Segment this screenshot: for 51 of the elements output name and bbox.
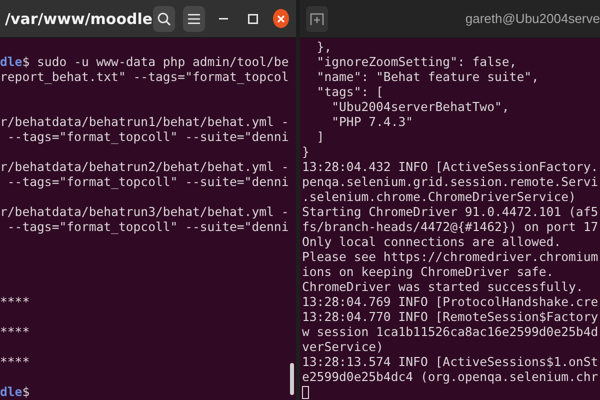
output-line: "PHP 7.4.3" bbox=[330, 115, 414, 129]
output-line: } bbox=[302, 145, 310, 159]
output-line: 13:28:04.432 INFO [ActiveSessionFactory. bbox=[302, 160, 598, 174]
output-line: Please see https://chromedriver.chromium bbox=[302, 250, 598, 264]
minimize-icon bbox=[218, 18, 228, 20]
window-title: /var/www/moodle bbox=[5, 10, 153, 28]
output-line: e2599d0e25b4dc4 (org.openqa.selenium.chr bbox=[302, 370, 598, 384]
output-line: --tags="format_topcoll" --suite="denni bbox=[6, 130, 289, 144]
maximize-icon bbox=[248, 14, 258, 24]
output-line: ] bbox=[316, 130, 324, 144]
output-line: "ignoreZoomSetting": false, bbox=[316, 55, 517, 69]
output-line: w session 1ca1b11526ca8ac16e2599d0e25b4d bbox=[302, 325, 598, 339]
output-line: r/behatdata/behatrun3/behat/behat.yml - bbox=[0, 205, 289, 219]
output-line: **** bbox=[0, 355, 30, 369]
output-line: **** bbox=[0, 325, 30, 339]
output-line: "tags": [ bbox=[316, 85, 384, 99]
output-line: **** bbox=[0, 295, 30, 309]
output-line: --tags="format_topcoll" --suite="denni bbox=[6, 220, 289, 234]
output-line: 13:28:04.769 INFO [ProtocolHandshake.cre bbox=[302, 295, 598, 309]
output-line: }, bbox=[316, 40, 332, 54]
output-line: 13:28:04.770 INFO [RemoteSession$Factory bbox=[302, 310, 598, 324]
output-line: ChromeDriver was started successfully. bbox=[302, 280, 584, 294]
command-text: $ bbox=[22, 385, 30, 399]
output-line: penqa.selenium.grid.session.remote.Servi bbox=[302, 175, 598, 189]
output-line: verService) bbox=[302, 340, 384, 354]
output-line: report_behat.txt" --tags="format_topcol bbox=[0, 70, 289, 84]
command-text: $ sudo -u www-data php admin/tool/be bbox=[22, 55, 289, 69]
new-tab-icon bbox=[310, 12, 324, 24]
output-line: fs/branch-heads/4472@{#1462}) on port 17 bbox=[302, 220, 598, 234]
menu-icon bbox=[188, 14, 200, 24]
prompt-path: dle bbox=[0, 55, 22, 69]
output-line: r/behatdata/behatrun1/behat/behat.yml - bbox=[0, 115, 289, 129]
output-line: Only local connections are allowed. bbox=[302, 235, 562, 249]
output-line: r/behatdata/behatrun2/behat/behat.yml - bbox=[0, 160, 289, 174]
output-line: "name": "Behat feature suite", bbox=[316, 70, 539, 84]
close-button[interactable] bbox=[273, 9, 289, 28]
close-icon bbox=[277, 14, 286, 22]
search-icon bbox=[156, 12, 171, 26]
new-tab-button[interactable] bbox=[305, 4, 330, 32]
menu-button[interactable] bbox=[183, 6, 206, 32]
output-line: .selenium.chrome.ChromeDriverService) bbox=[302, 190, 576, 204]
window-title: gareth@Ubu2004serve bbox=[465, 11, 600, 26]
search-button[interactable] bbox=[152, 6, 176, 32]
output-line: 13:28:13.574 INFO [ActiveSessions$1.onSt bbox=[302, 355, 598, 369]
output-line: "Ubu2004serverBehatTwo", bbox=[330, 100, 510, 114]
output-line: --tags="format_topcoll" --suite="denni bbox=[6, 175, 289, 189]
output-line: Starting ChromeDriver 91.0.4472.101 (af5 bbox=[302, 205, 598, 219]
prompt-path: dle bbox=[0, 385, 22, 399]
output-line: ions on keeping ChromeDriver safe. bbox=[302, 265, 554, 279]
text-cursor bbox=[302, 386, 309, 399]
scrollbar-thumb[interactable] bbox=[290, 363, 294, 395]
